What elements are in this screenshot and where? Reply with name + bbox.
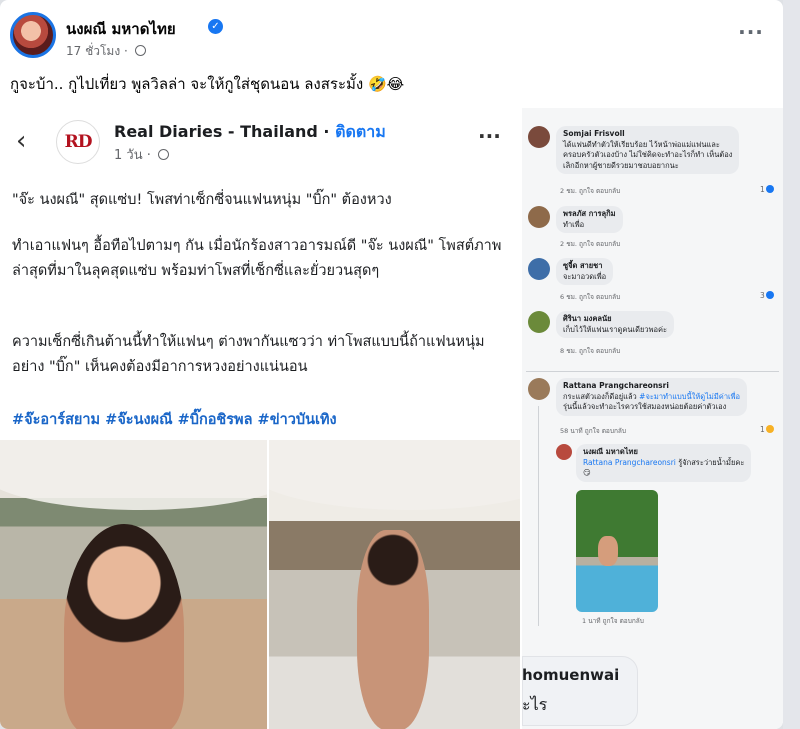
reaction-count: 1: [760, 425, 774, 434]
scrollbar[interactable]: [783, 0, 800, 729]
commenter-name: homuenwai: [522, 666, 620, 684]
author-name[interactable]: นงผณี มหาดไทย: [66, 17, 176, 41]
back-arrow-icon: ‹: [16, 126, 27, 156]
comment-bubble: นงผณี มหาดไทย Rattana Prangchareonsri รู…: [576, 444, 752, 482]
reply-photo: [576, 490, 658, 612]
page-title: Real Diaries - Thailand ·: [114, 122, 330, 141]
haha-reaction-icon: [765, 425, 774, 433]
comment-text: ทำเพื่อ: [563, 219, 585, 229]
commenter-avatar: [528, 258, 550, 280]
more-icon: ···: [478, 124, 501, 148]
commenter-avatar: [528, 311, 550, 333]
reply-emoji: 😏: [583, 468, 591, 477]
commenter-name: ซูจี้ด สายชา: [563, 261, 603, 270]
reaction-number: 1: [760, 425, 765, 434]
curtain-drape: [0, 440, 267, 510]
reply-mention: Rattana Prangchareonsri: [583, 457, 676, 467]
comment-bubble: Somjai Frisvoll ได้แฟนดีทำตัวให้เรียบร้อ…: [556, 126, 740, 174]
page-meta: 1 วัน ·: [114, 144, 169, 165]
reply-thread-line: [538, 406, 539, 626]
comment-hashtag: #จะมาทำแบบนี้ให้ดูไม่มีค่าเพื่อ: [639, 391, 741, 401]
comment-bubble: ซูจี้ด สายชา จะมาอวดเพื่อ: [556, 258, 614, 285]
reaction-number: 3: [760, 291, 765, 300]
commenter-name: ศิรินา มงคลนัย: [563, 314, 612, 323]
follow-link: ติดตาม: [335, 122, 386, 141]
comments-image[interactable]: Somjai Frisvoll ได้แฟนดีทำตัวให้เรียบร้อ…: [522, 108, 783, 729]
comment-text: กระแสตัวเองก็ดีอยู่แล้ว #จะมาทำแบบนี้ให้…: [563, 392, 740, 403]
article-paragraph: ความเซ็กซี่เกินต้านนี้ทำให้แฟนๆ ต่างพากั…: [12, 334, 485, 375]
curtain-drape: [269, 440, 520, 510]
like-reaction-icon: [765, 291, 774, 299]
comment-text: Rattana Prangchareonsri รู้จักสระว่ายน้ำ…: [583, 458, 744, 469]
post-header: นงผณี มหาดไทย ✓ 17 ชั่วโมง · ···: [10, 12, 770, 62]
globe-icon: [134, 45, 146, 56]
commenter-avatar: [528, 206, 550, 228]
author-avatar[interactable]: [10, 12, 56, 58]
comment-text: เลิกอีกหาผู้ชายดีรวยมาชอบอยากนะ: [563, 160, 679, 170]
reaction-number: 1: [760, 185, 765, 194]
comment-bubble: Rattana Prangchareonsri กระแสตัวเองก็ดีอ…: [556, 378, 748, 416]
comment-bubble: พรลภัส การลุกิม ทำเพื่อ: [556, 206, 623, 233]
person-figure: [64, 524, 184, 729]
post-time[interactable]: 17 ชั่วโมง ·: [66, 44, 128, 58]
comment-text: จะมาอวดเพื่อ: [563, 271, 607, 281]
post-card: นงผณี มหาดไทย ✓ 17 ชั่วโมง · ··· กูจะบ้า…: [0, 0, 783, 729]
commenter-name: พรลภัส การลุกิม: [563, 209, 616, 218]
comment-bubble: ศิรินา มงคลนัย เก็บไว้ให้แฟนเราดูคนเดียว…: [556, 311, 675, 338]
post-caption: กูจะบ้า.. กูไปเที่ยว พูลวิลล่า จะให้กูใส…: [10, 75, 405, 93]
person-figure: [598, 536, 618, 566]
post-meta: 17 ชั่วโมง ·: [66, 42, 146, 61]
photo-right: [269, 440, 520, 729]
reaction-count: 3: [760, 291, 774, 300]
comment-actions: 2 ชม. ถูกใจ ตอบกลับ: [560, 240, 621, 248]
reaction-count: 1: [760, 185, 774, 194]
comment-actions: 58 นาที ถูกใจ ตอบกลับ: [560, 427, 626, 435]
comment-text: เก็บไว้ให้แฟนเราดูคนเดียวพอค่ะ: [563, 324, 668, 334]
comment-text: รุ่นนี้แล้วจะทำอะไรควรใช้สมองหน่อยต้อยค่…: [563, 402, 727, 411]
comment-text: ได้แฟนดีทำตัวให้เรียบร้อย ไว้หน้าพ่อแม่แ…: [563, 139, 720, 149]
globe-icon: [158, 149, 169, 160]
person-figure: [357, 530, 429, 729]
page-name: Real Diaries - Thailand · ติดตาม: [114, 120, 386, 145]
reply-text: รู้จักสระว่ายน้ำมั้ยคะ: [675, 457, 745, 467]
commenter-avatar: [528, 378, 550, 400]
comment-actions: 6 ชม. ถูกใจ ตอบกลับ: [560, 293, 621, 301]
page-logo: RD: [56, 120, 100, 164]
comment-text-part: กระแสตัวเองก็ดีอยู่แล้ว: [563, 391, 640, 401]
commenter-name: Somjai Frisvoll: [563, 129, 625, 138]
comment-actions: 1 นาที ถูกใจ ตอบกลับ: [582, 617, 644, 625]
photo-left: [0, 440, 267, 729]
page-time: 1 วัน ·: [114, 148, 151, 163]
verified-badge-icon: ✓: [208, 19, 223, 34]
commenter-avatar: [528, 126, 550, 148]
article-hashtags: #จ๊ะอาร์สยาม #จ๊ะนงผณี #บิ๊กอชิรพล #ข่าว…: [12, 412, 337, 428]
commenter-avatar: [556, 444, 572, 460]
article-paragraph: ทำเอาแฟนๆ อื้อทือไปตามๆ กัน เมื่อนักร้อง…: [12, 238, 502, 279]
divider: [526, 371, 779, 372]
more-options-button[interactable]: ···: [736, 20, 766, 50]
comment-text: ครอบครัวตัวเองบ้าง ไม่ใช่คิดจะทำอะไรก็ทำ…: [563, 150, 733, 159]
article-paragraph: "จ๊ะ นงผณี" สุดแซ่บ! โพสท่าเซ็กซี่จนแฟนห…: [12, 192, 392, 208]
like-reaction-icon: [765, 185, 774, 193]
comment-text: ะไร: [522, 695, 548, 714]
shared-post-image[interactable]: ‹ RD Real Diaries - Thailand · ติดตาม 1 …: [0, 108, 520, 729]
commenter-name: Rattana Prangchareonsri: [563, 381, 669, 390]
comment-actions: 2 ชม. ถูกใจ ตอบกลับ: [560, 187, 621, 195]
commenter-name: นงผณี มหาดไทย: [583, 447, 638, 456]
comment-actions: 8 ชม. ถูกใจ ตอบกลับ: [560, 347, 621, 355]
